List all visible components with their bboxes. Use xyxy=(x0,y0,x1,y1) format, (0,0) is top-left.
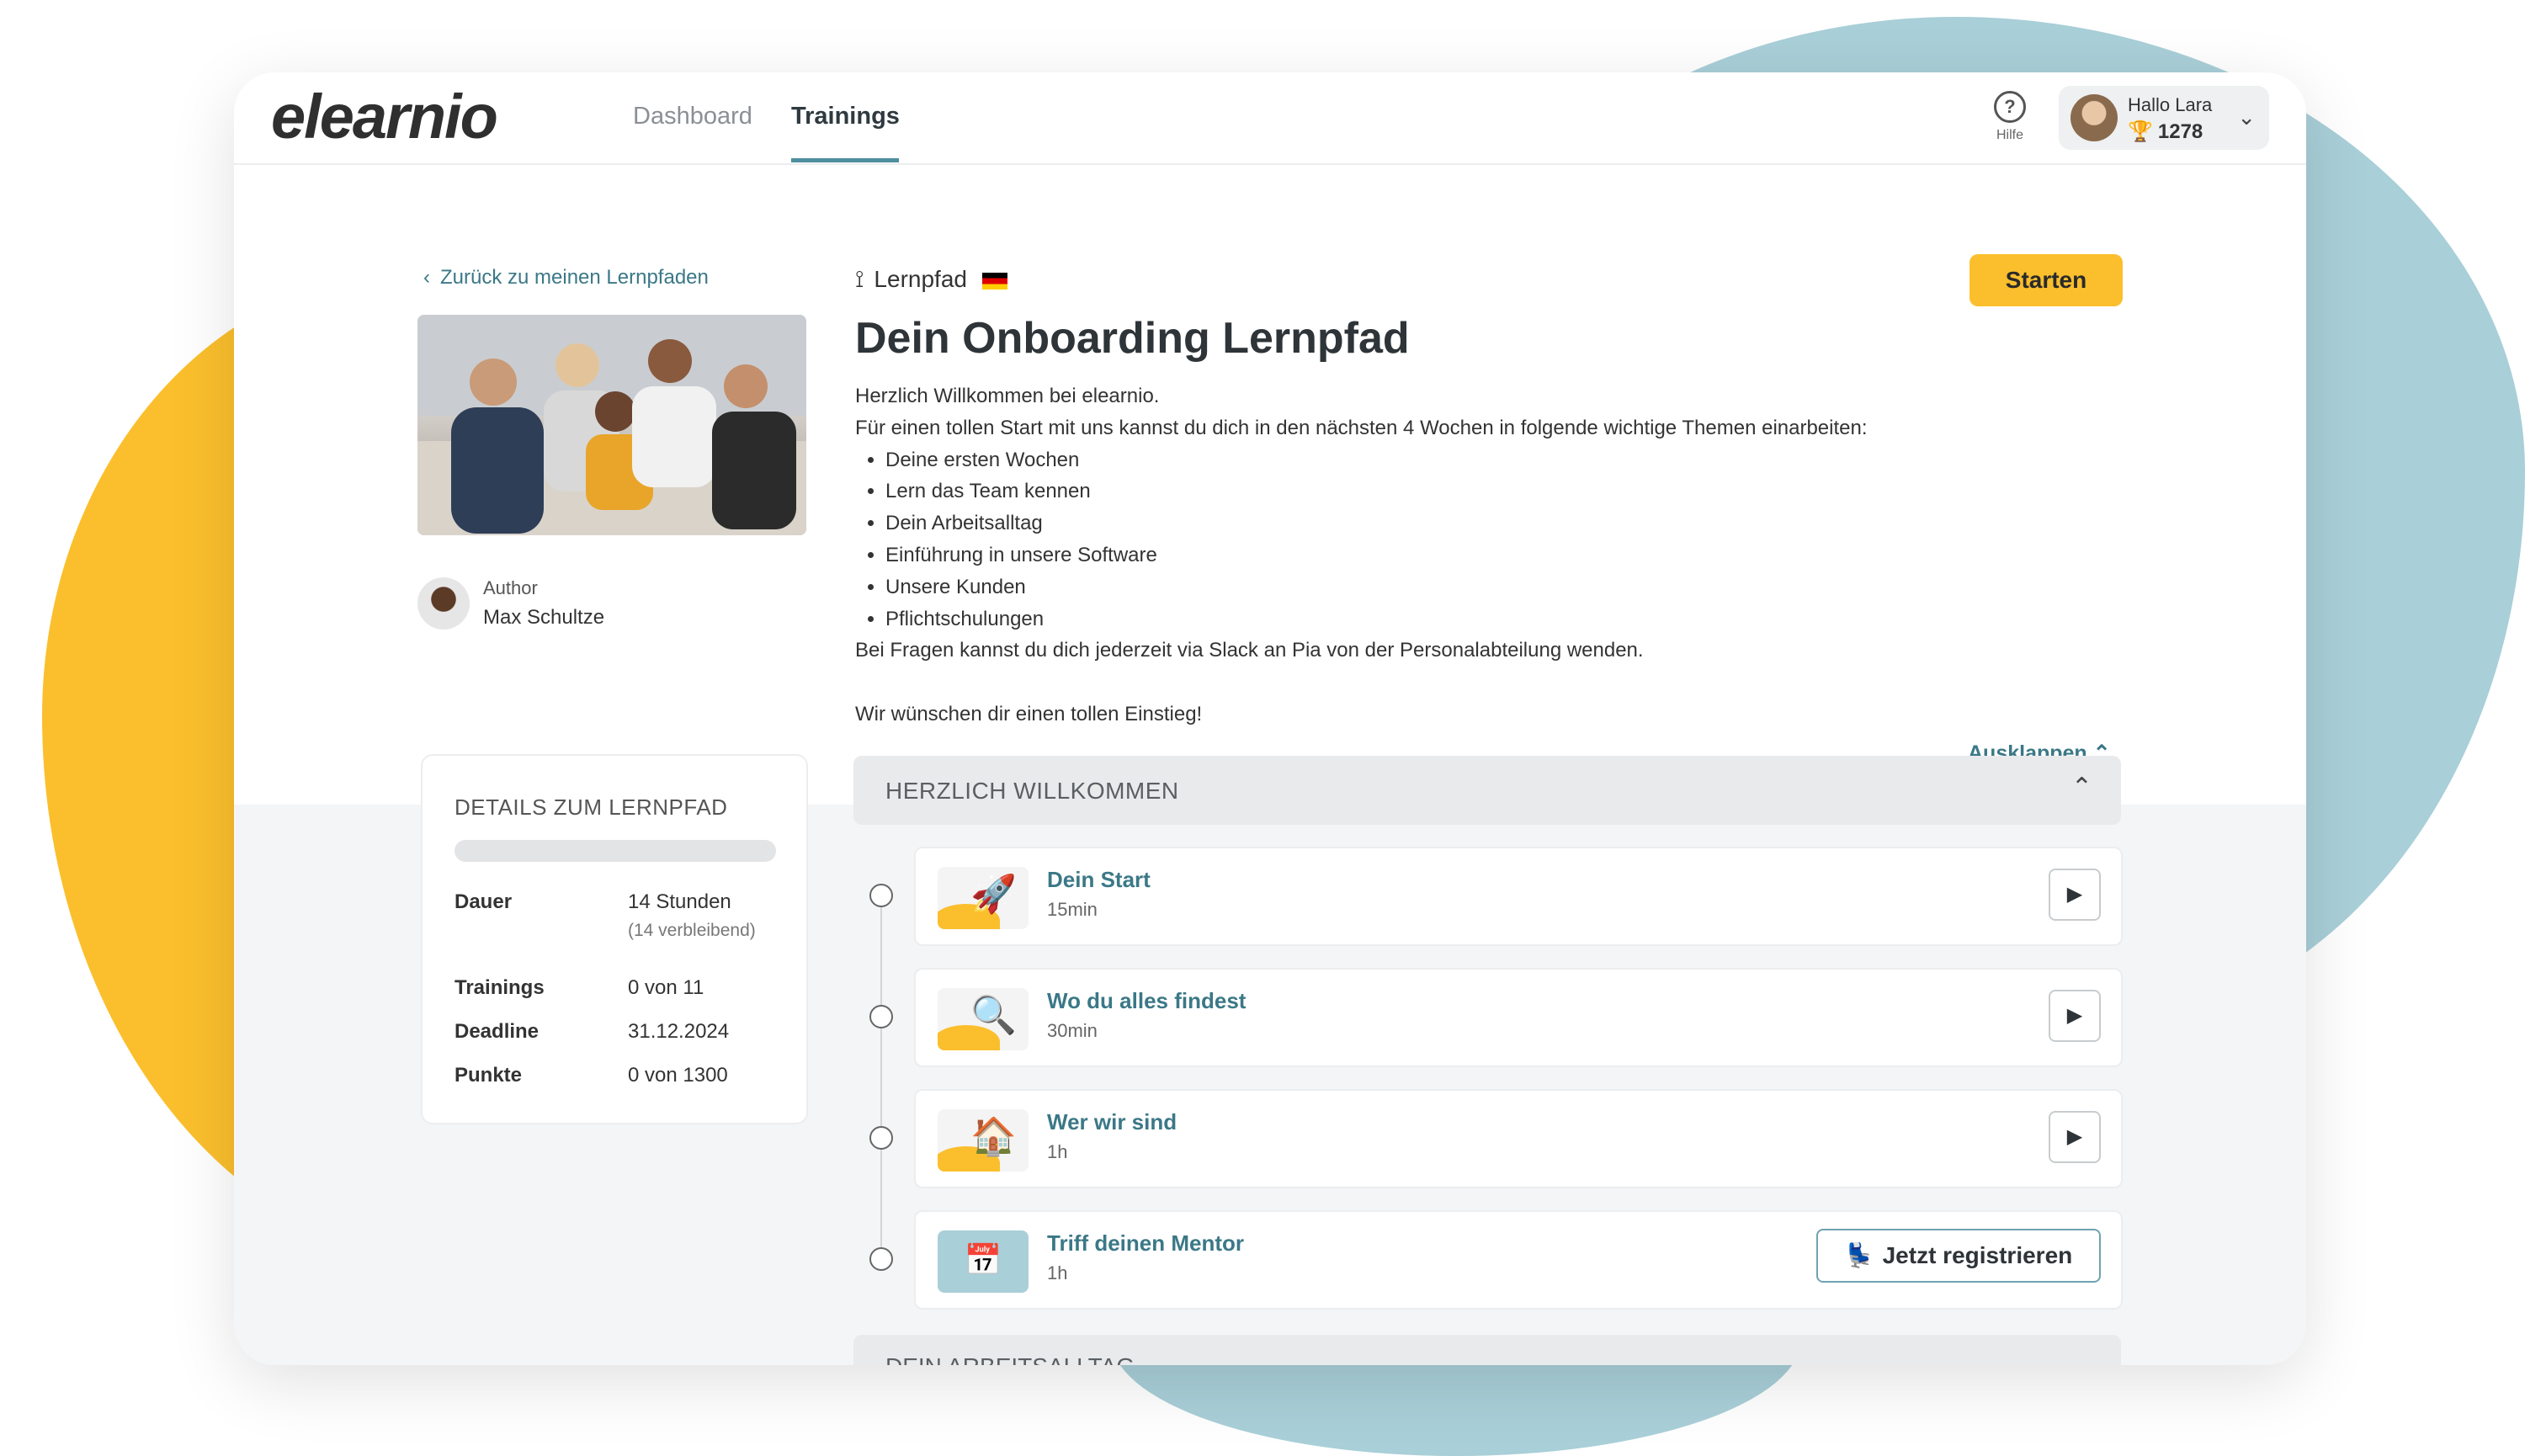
detail-label: Trainings xyxy=(454,976,545,999)
details-card: DETAILS ZUM LERNPFAD Dauer 14 Stunden (14… xyxy=(421,754,808,1124)
section-header-willkommen[interactable]: HERZLICH WILLKOMMEN ⌃ xyxy=(853,756,2121,825)
author-avatar xyxy=(417,577,470,630)
lernpfad-description: Herzlich Willkommen bei elearnio. Für ei… xyxy=(855,380,1868,731)
lernpfad-tag: ⟟ Lernpfad xyxy=(855,266,1007,294)
training-title[interactable]: Wo du alles findest xyxy=(1047,988,1246,1014)
magnifier-icon: 🔍 xyxy=(970,995,1017,1036)
intro-text: Herzlich Willkommen bei elearnio. xyxy=(855,385,1160,407)
training-title[interactable]: Triff deinen Mentor xyxy=(1047,1230,1244,1257)
training-item[interactable]: 🏠 Wer wir sind 1h ▶ xyxy=(914,1089,2123,1188)
training-item[interactable]: 📅 Triff deinen Mentor 1h 💺 Jetzt registri… xyxy=(914,1210,2123,1310)
play-button[interactable]: ▶ xyxy=(2049,1111,2101,1163)
detail-label: Punkte xyxy=(454,1064,523,1087)
training-duration: 1h xyxy=(1047,1141,1068,1162)
nav-dashboard[interactable]: Dashboard xyxy=(633,103,752,130)
user-greeting: Hallo Lara xyxy=(2128,94,2213,115)
topic-item: Unsere Kunden xyxy=(885,571,1868,603)
detail-row-dauer: Dauer 14 Stunden xyxy=(454,890,731,914)
nav-trainings[interactable]: Trainings xyxy=(791,103,900,130)
chevron-left-icon: ‹ xyxy=(423,266,430,289)
back-link-label: Zurück zu meinen Lernpfaden xyxy=(440,266,709,289)
topic-item: Pflichtschulungen xyxy=(885,603,1868,635)
topic-list: Deine ersten Wochen Lern das Team kennen… xyxy=(855,444,1868,635)
detail-row-deadline: Deadline 31.12.2024 xyxy=(454,1020,729,1044)
section-title: DEIN ARBEITSALLTAG xyxy=(885,1353,1135,1365)
calendar-icon: 📅 xyxy=(964,1242,1002,1277)
timeline-line xyxy=(880,897,882,1254)
details-title: DETAILS ZUM LERNPFAD xyxy=(454,794,728,820)
rocket-icon: 🚀 xyxy=(970,874,1017,915)
training-title[interactable]: Wer wir sind xyxy=(1047,1109,1177,1135)
detail-row-trainings: Trainings 0 von 11 xyxy=(454,976,704,1000)
detail-value: 0 von 11 xyxy=(628,976,704,999)
play-button[interactable]: ▶ xyxy=(2049,869,2101,921)
training-thumbnail: 🔍 xyxy=(938,988,1029,1050)
topic-item: Dein Arbeitsalltag xyxy=(885,507,1868,539)
german-flag-icon xyxy=(981,272,1007,290)
app-window: elearnio Dashboard Trainings ? Hilfe Hal… xyxy=(234,72,2306,1365)
training-title[interactable]: Dein Start xyxy=(1047,867,1151,893)
play-icon: ▶ xyxy=(2066,1125,2083,1148)
progress-bar xyxy=(454,840,776,862)
play-button[interactable]: ▶ xyxy=(2049,990,2101,1042)
start-button[interactable]: Starten xyxy=(1970,254,2123,306)
active-tab-indicator xyxy=(791,158,899,162)
author-name: Max Schultze xyxy=(483,606,605,629)
status-circle xyxy=(869,1247,893,1271)
training-item[interactable]: 🚀 Dein Start 15min ▶ xyxy=(914,847,2123,946)
training-item[interactable]: 🔍 Wo du alles findest 30min ▶ xyxy=(914,968,2123,1067)
help-button[interactable]: ? Hilfe xyxy=(1985,91,2035,143)
training-duration: 1h xyxy=(1047,1262,1068,1283)
trophy-icon: 🏆 xyxy=(2128,120,2153,143)
play-icon: ▶ xyxy=(2066,1004,2083,1027)
page-title: Dein Onboarding Lernpfad xyxy=(855,314,1410,363)
detail-label: Deadline xyxy=(454,1020,540,1043)
top-navigation-bar: elearnio Dashboard Trainings ? Hilfe Hal… xyxy=(234,72,2306,165)
help-icon: ? xyxy=(1994,91,2026,123)
house-icon: 🏠 xyxy=(970,1116,1017,1157)
training-thumbnail: 🚀 xyxy=(938,867,1029,929)
lernpfad-tag-label: Lernpfad xyxy=(874,266,967,292)
intro-text-2: Für einen tollen Start mit uns kannst du… xyxy=(855,416,1868,439)
section-header-arbeitsalltag[interactable]: DEIN ARBEITSALLTAG xyxy=(853,1335,2121,1365)
path-icon: ⟟ xyxy=(855,266,864,292)
lernpfad-header: ‹ Zurück zu meinen Lernpfaden Author Max … xyxy=(234,165,2306,805)
author-label: Author xyxy=(483,577,538,598)
topic-item: Einführung in unsere Software xyxy=(885,539,1868,571)
play-icon: ▶ xyxy=(2066,883,2083,906)
status-circle xyxy=(869,884,893,907)
detail-label: Dauer xyxy=(454,890,513,913)
avatar xyxy=(2070,94,2118,141)
section-title: HERZLICH WILLKOMMEN xyxy=(885,778,1179,804)
detail-value: 0 von 1300 xyxy=(628,1064,728,1087)
cover-image xyxy=(417,315,806,535)
chevron-up-icon[interactable]: ⌃ xyxy=(2071,773,2092,802)
status-circle xyxy=(869,1005,893,1028)
register-button[interactable]: 💺 Jetzt registrieren xyxy=(1816,1229,2101,1283)
training-duration: 30min xyxy=(1047,1020,1098,1041)
status-circle xyxy=(869,1126,893,1150)
help-label: Hilfe xyxy=(1996,128,2023,142)
topic-item: Lern das Team kennen xyxy=(885,476,1868,507)
detail-row-punkte: Punkte 0 von 1300 xyxy=(454,1064,728,1087)
closing-text: Wir wünschen dir einen tollen Einstieg! xyxy=(855,702,1203,725)
outro-text: Bei Fragen kannst du dich jederzeit via … xyxy=(855,639,1644,662)
training-duration: 15min xyxy=(1047,899,1098,920)
user-points: 🏆 1278 xyxy=(2128,120,2203,144)
training-thumbnail: 🏠 xyxy=(938,1109,1029,1172)
back-link[interactable]: ‹ Zurück zu meinen Lernpfaden xyxy=(423,266,709,290)
topic-item: Deine ersten Wochen xyxy=(885,444,1868,476)
detail-value: 31.12.2024 xyxy=(628,1020,730,1043)
detail-remaining: (14 verbleibend) xyxy=(628,921,756,940)
training-thumbnail: 📅 xyxy=(938,1230,1029,1293)
chevron-down-icon[interactable]: ⌄ xyxy=(2237,104,2256,130)
register-label: Jetzt registrieren xyxy=(1882,1242,2073,1268)
user-menu[interactable]: Hallo Lara 🏆 1278 ⌄ xyxy=(2059,86,2269,150)
detail-value: 14 Stunden xyxy=(628,890,731,913)
app-logo[interactable]: elearnio xyxy=(271,81,498,152)
points-value: 1278 xyxy=(2157,120,2203,143)
seat-icon: 💺 xyxy=(1844,1242,1874,1268)
